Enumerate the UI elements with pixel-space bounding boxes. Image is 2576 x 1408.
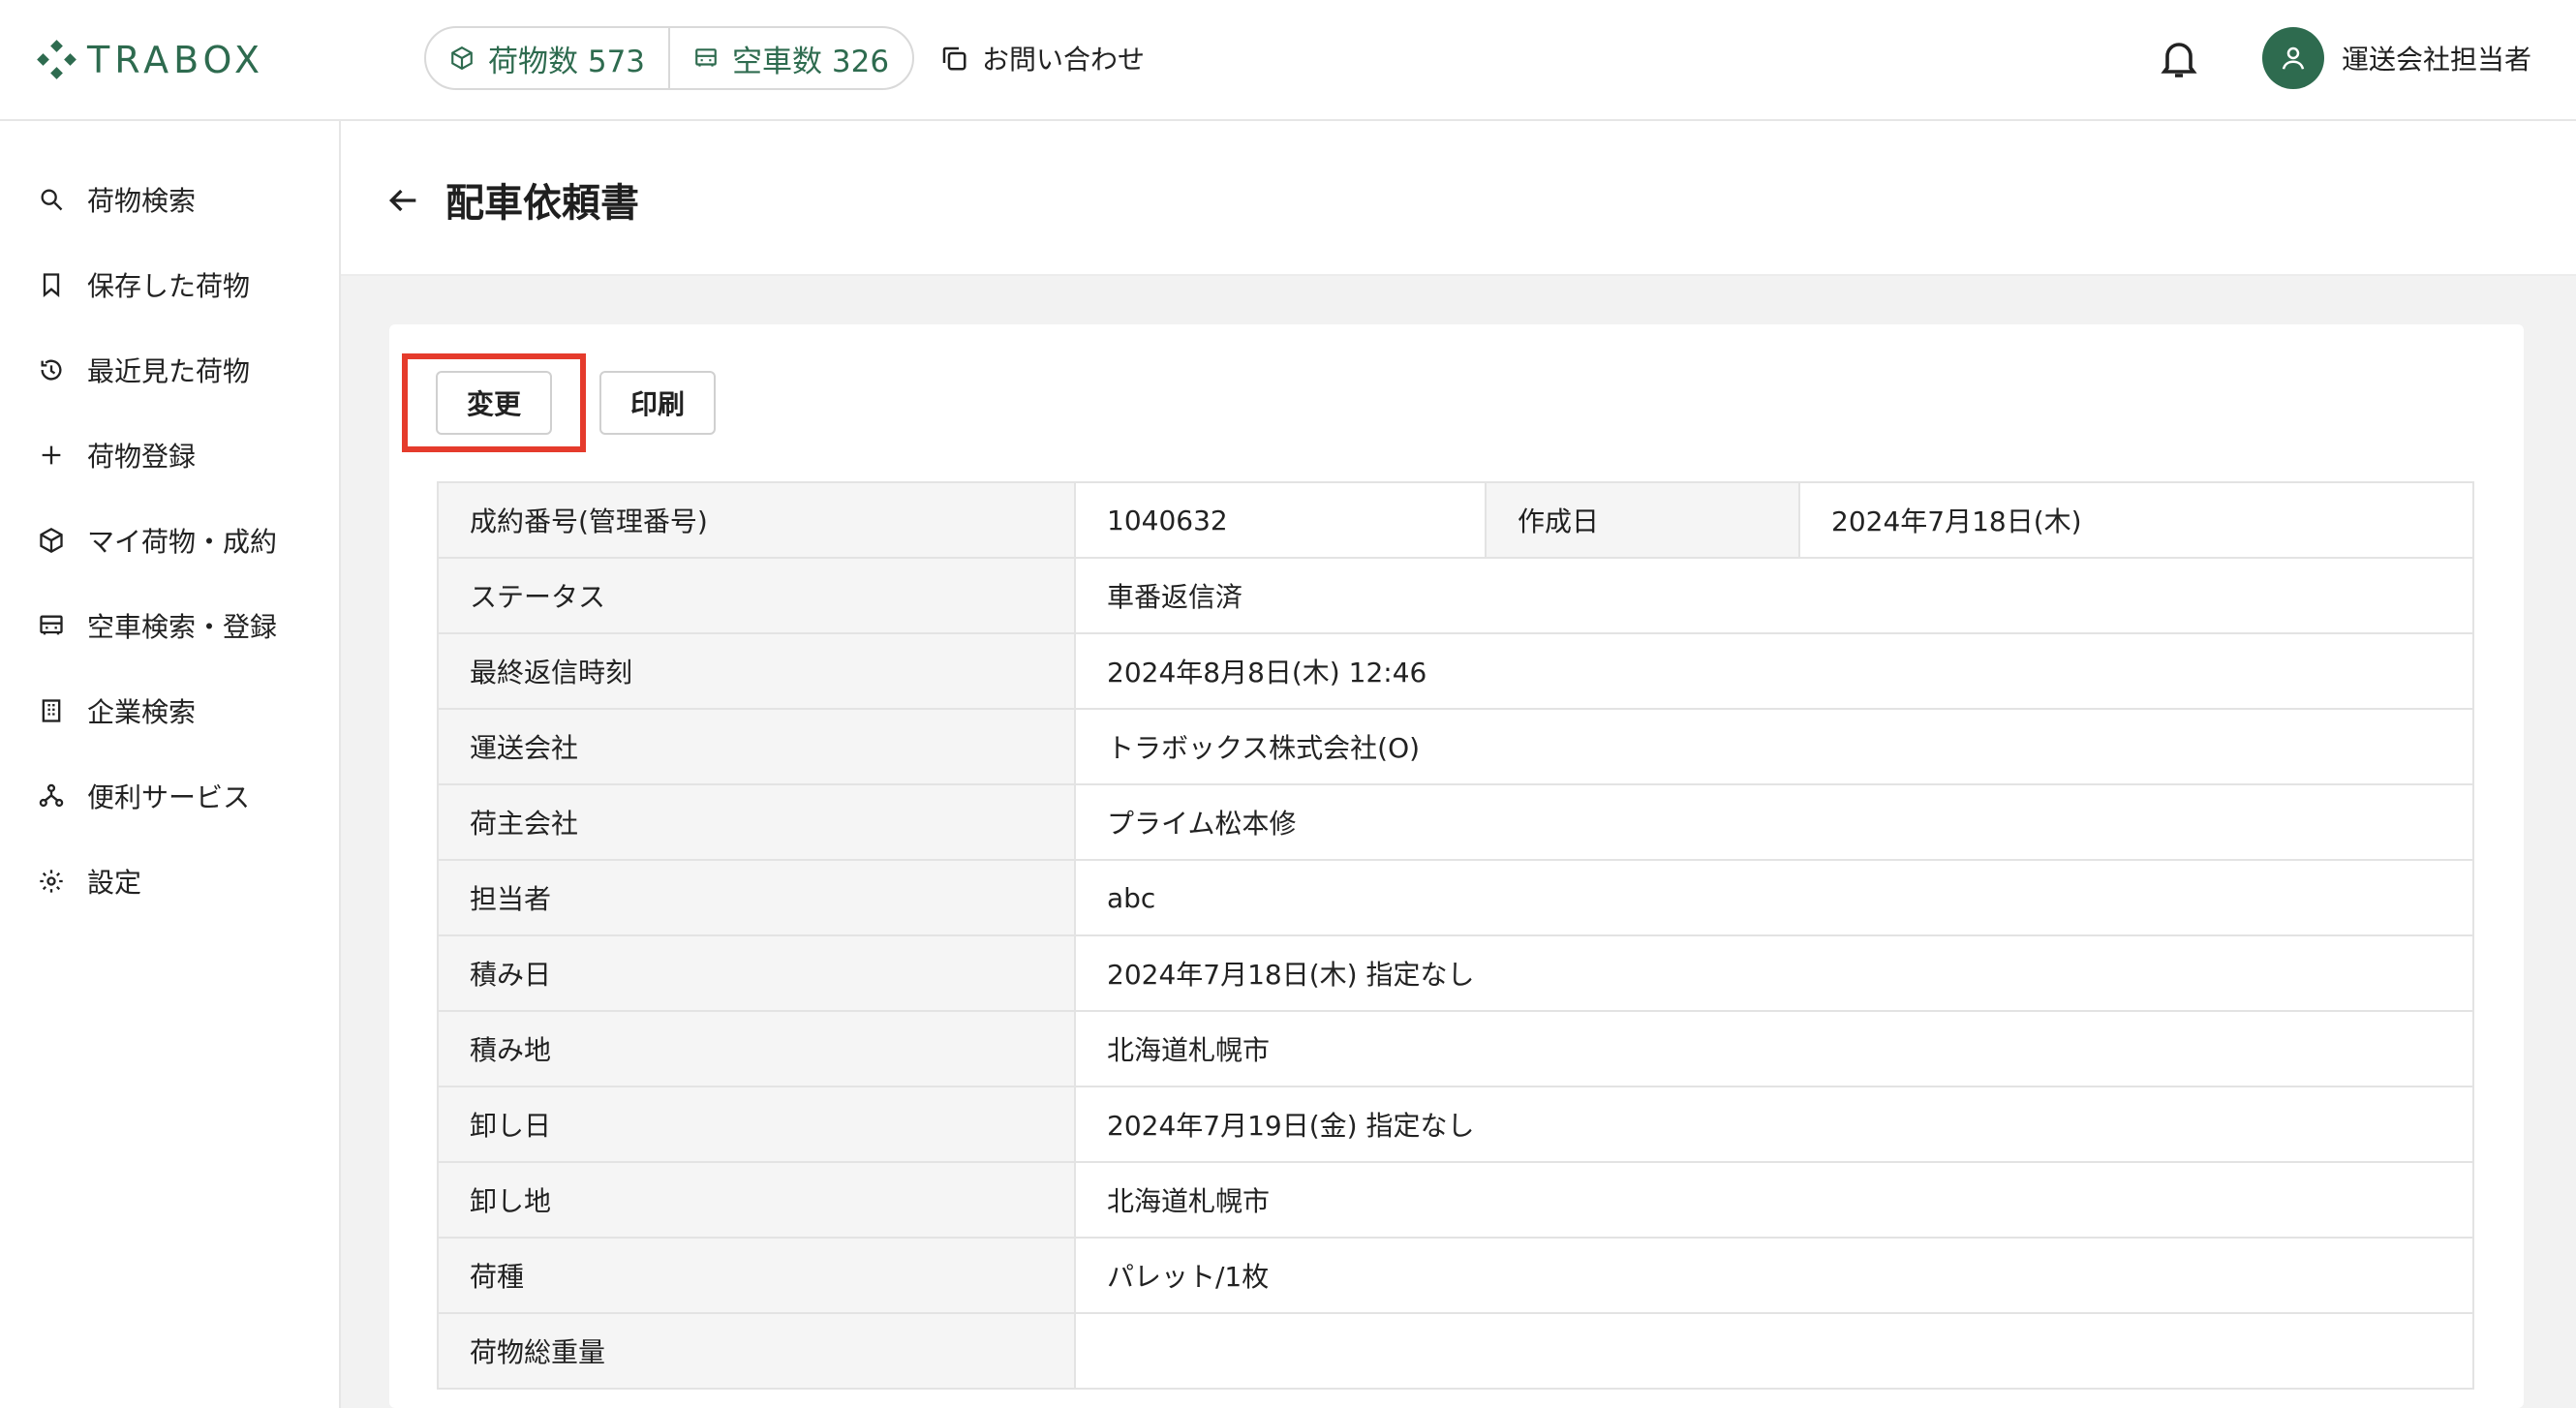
sidebar-item-label: 荷物検索 [87,185,197,217]
page-title: 配車依頼書 [445,181,639,226]
sidebar-item-recent-cargo[interactable]: 最近見た荷物 [37,347,250,393]
sidebar-item-label: マイ荷物・成約 [87,526,278,558]
sidebar-item-saved-cargo[interactable]: 保存した荷物 [37,261,250,308]
row-label: 積み地 [437,1010,1076,1087]
plus-icon [37,441,66,470]
table-row: 卸し地 北海道札幌市 [437,1161,2474,1239]
box-icon [37,526,66,555]
sidebar-item-label: 設定 [87,867,142,899]
row-label: 荷物総重量 [437,1312,1076,1390]
count-pills: 荷物数 573 空車数 326 [424,26,915,90]
table-row: 成約番号(管理番号) 1040632 作成日 2024年7月18日(木) [437,481,2474,559]
sidebar-item-cargo-search[interactable]: 荷物検索 [37,176,196,223]
row-value: トラボックス株式会社(O) [1074,708,2474,785]
page-header: 配車依頼書 [341,121,2576,276]
row-value: 2024年8月8日(木) 12:46 [1074,632,2474,710]
empty-truck-count-pill[interactable]: 空車数 326 [668,28,912,88]
sidebar-item-my-cargo[interactable]: マイ荷物・成約 [37,517,277,564]
cargo-count-pill[interactable]: 荷物数 573 [426,28,668,88]
sidebar-item-label: 保存した荷物 [87,270,251,302]
sidebar-item-label: 企業検索 [87,696,197,728]
history-icon [37,355,66,384]
row-label: 担当者 [437,859,1076,936]
table-row: 最終返信時刻 2024年8月8日(木) 12:46 [437,632,2474,710]
logo-text: TRABOX [87,39,264,81]
sidebar-item-settings[interactable]: 設定 [37,858,141,904]
row-value: 北海道札幌市 [1074,1161,2474,1239]
top-bar: TRABOX 荷物数 573 空車数 326 お問い合わせ 運送会社担当者 [0,0,2576,121]
copy-icon [942,46,966,71]
building-icon [37,696,66,725]
created-date-value: 2024年7月18日(木) [1798,481,2474,559]
sidebar: 荷物検索 保存した荷物 最近見た荷物 荷物登録 マイ荷物・成約 空車検索・登録 … [0,121,341,1408]
sidebar-item-label: 最近見た荷物 [87,355,251,387]
row-value: abc [1074,859,2474,936]
table-row: 担当者 abc [437,859,2474,936]
bookmark-icon [37,270,66,299]
table-row: 荷主会社 プライム松本修 [437,783,2474,861]
user-name: 運送会社担当者 [2342,44,2532,76]
row-label: 卸し地 [437,1161,1076,1239]
row-label: 積み日 [437,934,1076,1012]
table-row: 積み日 2024年7月18日(木) 指定なし [437,934,2474,1012]
row-value: パレット/1枚 [1074,1237,2474,1314]
sidebar-item-register-cargo[interactable]: 荷物登録 [37,432,196,478]
edit-button[interactable]: 変更 [436,371,552,435]
logo-mark-icon [37,40,77,79]
row-label: ステータス [437,557,1076,634]
table-row: 運送会社 トラボックス株式会社(O) [437,708,2474,785]
network-icon [37,781,66,811]
gear-icon [37,867,66,896]
contract-number-label: 成約番号(管理番号) [437,481,1076,559]
row-value: 2024年7月19日(金) 指定なし [1074,1086,2474,1163]
print-button[interactable]: 印刷 [599,371,716,435]
table-row: ステータス 車番返信済 [437,557,2474,634]
table-row: 積み地 北海道札幌市 [437,1010,2474,1087]
table-row: 卸し日 2024年7月19日(金) 指定なし [437,1086,2474,1163]
cargo-count-label: 荷物数 573 [488,44,646,79]
row-label: 卸し日 [437,1086,1076,1163]
logo[interactable]: TRABOX [37,39,264,81]
truck-icon [37,611,66,640]
row-value [1074,1312,2474,1390]
row-value: プライム松本修 [1074,783,2474,861]
sidebar-item-company-search[interactable]: 企業検索 [37,688,196,734]
contact-link[interactable]: お問い合わせ [939,35,1145,81]
back-arrow-icon[interactable] [383,181,422,220]
sidebar-item-label: 空車検索・登録 [87,611,278,643]
avatar [2262,27,2324,89]
sidebar-item-services[interactable]: 便利サービス [37,773,250,819]
row-label: 荷種 [437,1237,1076,1314]
sidebar-item-label: 荷物登録 [87,441,197,473]
contract-number-value: 1040632 [1074,481,1487,559]
row-label: 荷主会社 [437,783,1076,861]
row-value: 2024年7月18日(木) 指定なし [1074,934,2474,1012]
created-date-label: 作成日 [1485,481,1800,559]
bell-icon[interactable] [2156,35,2202,81]
row-label: 最終返信時刻 [437,632,1076,710]
box-icon [451,46,473,71]
table-row: 荷物総重量 [437,1312,2474,1390]
user-menu[interactable]: 運送会社担当者 [2262,27,2531,89]
dispatch-detail-table: 成約番号(管理番号) 1040632 作成日 2024年7月18日(木) ステー… [437,481,2474,1390]
table-row: 荷種 パレット/1枚 [437,1237,2474,1314]
contact-label: お問い合わせ [982,44,1146,76]
row-value: 車番返信済 [1074,557,2474,634]
user-icon [2282,46,2305,70]
row-value: 北海道札幌市 [1074,1010,2474,1087]
sidebar-item-empty-truck[interactable]: 空車検索・登録 [37,602,277,649]
row-label: 運送会社 [437,708,1076,785]
empty-truck-count-label: 空車数 326 [732,44,890,79]
truck-icon [695,48,717,67]
sidebar-item-label: 便利サービス [87,781,251,813]
search-icon [37,185,66,214]
